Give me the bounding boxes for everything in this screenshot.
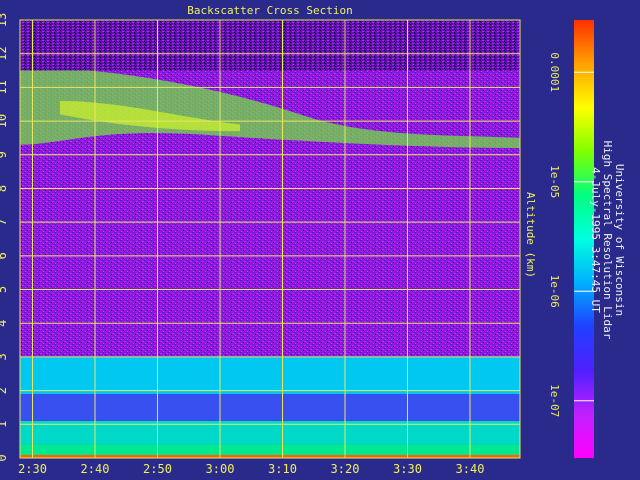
y-tick-label: 4 bbox=[0, 320, 9, 327]
y-tick-label: 1 bbox=[0, 421, 9, 428]
y-tick-label: 7 bbox=[0, 219, 9, 226]
x-axis-ticks: 2:30 2:40 2:50 3:00 3:10 3:20 3:30 3:40 bbox=[18, 462, 484, 476]
y-tick-label: 5 bbox=[0, 286, 9, 293]
y-tick-label: 11 bbox=[0, 80, 9, 94]
y-tick-label: 12 bbox=[0, 46, 9, 60]
y-axis-ticks: 012345678910111213 bbox=[0, 13, 9, 462]
y-tick-label: 8 bbox=[0, 185, 9, 192]
y-tick-label: 6 bbox=[0, 252, 9, 259]
x-tick-label: 3:10 bbox=[268, 462, 297, 476]
x-tick-label: 2:50 bbox=[143, 462, 172, 476]
colorbar-tick-label: 0.0001 bbox=[548, 52, 561, 92]
y-tick-label: 2 bbox=[0, 387, 9, 394]
x-tick-label: 3:30 bbox=[393, 462, 422, 476]
instrument-annotation: University of Wisconsin High Spectral Re… bbox=[589, 141, 626, 340]
y-tick-label: 10 bbox=[0, 114, 9, 128]
colorbar-tick-label: 1e-07 bbox=[548, 384, 561, 417]
y-tick-label: 0 bbox=[0, 454, 9, 461]
x-tick-label: 2:30 bbox=[18, 462, 47, 476]
x-tick-label: 3:00 bbox=[206, 462, 235, 476]
y-tick-label: 9 bbox=[0, 151, 9, 158]
colorbar-tick-label: 1e-06 bbox=[548, 275, 561, 308]
lidar-figure: Backscatter Cross Section 2:30 2:40 2:50 3:… bbox=[0, 4, 626, 476]
chart-title: Backscatter Cross Section bbox=[187, 4, 353, 17]
annotation-line-3: 4-July-1995 3:47:45 UT bbox=[589, 167, 602, 313]
x-tick-label: 3:20 bbox=[331, 462, 360, 476]
x-tick-label: 3:40 bbox=[456, 462, 485, 476]
y-axis-label: Altitude (km) bbox=[524, 192, 537, 278]
y-tick-label: 3 bbox=[0, 353, 9, 360]
colorbar-tick-label: 1e-05 bbox=[548, 165, 561, 198]
x-tick-label: 2:40 bbox=[81, 462, 110, 476]
y-tick-label: 13 bbox=[0, 13, 9, 27]
